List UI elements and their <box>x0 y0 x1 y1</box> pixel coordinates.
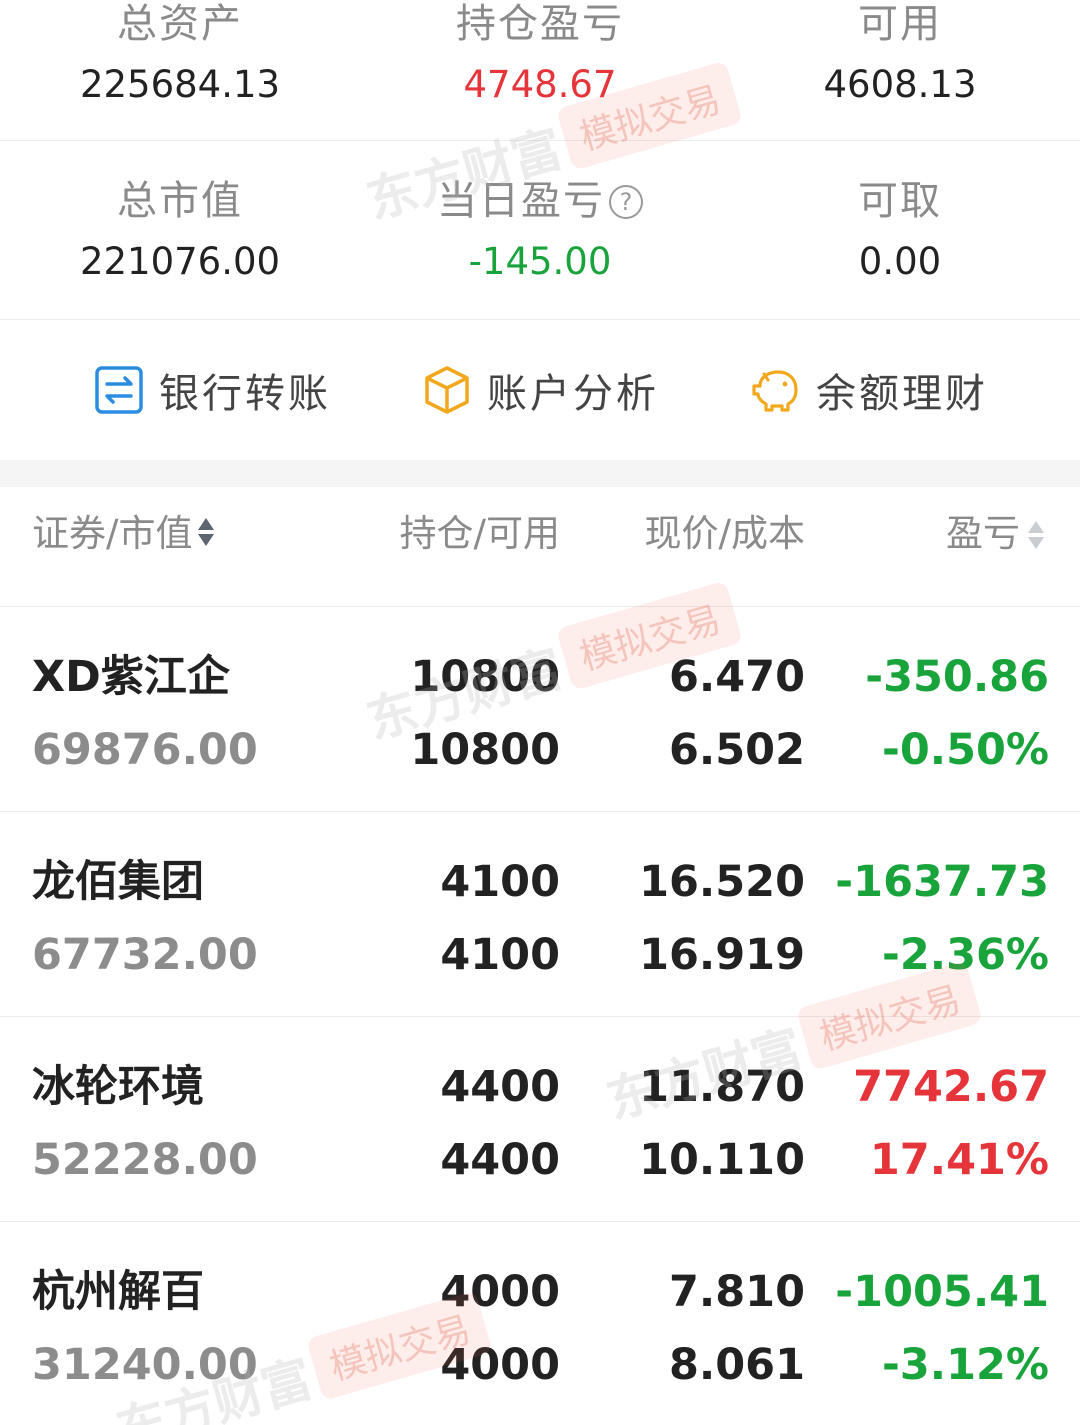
balance-finance-button[interactable]: 余额理财 <box>750 362 988 418</box>
position-pnl-value: 4748.67 <box>463 63 617 106</box>
stock-available: 4400 <box>440 1135 560 1185</box>
simulated-trading-positions-page: 总资产 225684.13 持仓盈亏 4748.67 可用 4608.13 总市… <box>0 0 1080 1425</box>
stock-name: 杭州解百 <box>32 1267 204 1317</box>
stock-pnl: -1637.73 <box>835 857 1049 907</box>
bank-transfer-label: 银行转账 <box>159 371 331 417</box>
sort-icon <box>1028 521 1044 549</box>
stock-holding: 4100 <box>440 857 560 907</box>
sort-icon <box>198 518 215 546</box>
stock-price: 7.810 <box>668 1267 805 1317</box>
stock-market-value: 31240.00 <box>32 1340 258 1390</box>
stock-cost: 6.502 <box>668 725 805 775</box>
header-pnl-label: 盈亏 <box>946 512 1020 555</box>
stock-market-value: 52228.00 <box>32 1135 258 1185</box>
bank-transfer-button[interactable]: 银行转账 <box>93 362 331 418</box>
piggy-bank-icon <box>752 370 798 412</box>
stock-market-value: 69876.00 <box>32 725 258 775</box>
stock-pnl-percent: -3.12% <box>881 1340 1049 1390</box>
stock-cost: 10.110 <box>639 1135 805 1185</box>
available-funds-label: 可用 <box>858 1 942 47</box>
header-price: 现价/成本 <box>644 512 805 555</box>
account-analysis-button[interactable]: 账户分析 <box>421 362 659 418</box>
table-row[interactable]: 冰轮环境 52228.00 4400 4400 11.870 10.110 77… <box>0 1017 1080 1222</box>
total-assets-value: 225684.13 <box>79 63 281 106</box>
table-row[interactable]: 杭州解百 31240.00 4000 4000 7.810 8.061 -100… <box>0 1222 1080 1425</box>
total-assets-label: 总资产 <box>117 1 243 47</box>
withdrawable-label: 可取 <box>858 178 942 224</box>
stock-available: 4100 <box>440 930 560 980</box>
stock-price: 11.870 <box>639 1062 805 1112</box>
daily-pnl-label-wrap: 当日盈亏? <box>360 177 720 225</box>
stock-available: 10800 <box>410 725 560 775</box>
positions-table-header: 证券/市值 持仓/可用 现价/成本 盈亏 <box>0 487 1080 607</box>
stock-available: 4000 <box>440 1340 560 1390</box>
available-funds-value: 4608.13 <box>823 63 977 106</box>
table-row[interactable]: 龙佰集团 67732.00 4100 4100 16.520 16.919 -1… <box>0 812 1080 1017</box>
stock-pnl-percent: -2.36% <box>881 930 1049 980</box>
section-divider <box>0 460 1080 487</box>
stock-pnl: 7742.67 <box>853 1062 1049 1112</box>
account-analysis-label: 账户分析 <box>487 371 659 417</box>
header-position: 持仓/可用 <box>399 512 560 555</box>
stock-pnl-percent: -0.50% <box>881 725 1049 775</box>
stock-pnl-percent: 17.41% <box>869 1135 1049 1185</box>
stock-price: 6.470 <box>668 652 805 702</box>
withdrawable-value: 0.00 <box>858 240 942 283</box>
position-pnl-label: 持仓盈亏 <box>456 1 624 47</box>
stock-pnl: -350.86 <box>865 652 1049 702</box>
header-security-label: 证券/市值 <box>32 512 193 555</box>
daily-pnl-value: -145.00 <box>468 240 612 283</box>
stock-holding: 4400 <box>440 1062 560 1112</box>
cube-icon <box>425 366 469 414</box>
account-summary-row-2: 总市值 221076.00 当日盈亏? -145.00 可取 0.00 <box>0 141 1080 320</box>
stock-cost: 16.919 <box>639 930 805 980</box>
account-summary-row-1: 总资产 225684.13 持仓盈亏 4748.67 可用 4608.13 <box>0 0 1080 141</box>
stock-name: XD紫江企 <box>32 652 230 702</box>
stock-cost: 8.061 <box>668 1340 805 1390</box>
stock-price: 16.520 <box>639 857 805 907</box>
market-value-value: 221076.00 <box>79 240 281 283</box>
daily-pnl-label: 当日盈亏 <box>437 178 605 224</box>
market-value-label: 总市值 <box>117 178 243 224</box>
stock-name: 冰轮环境 <box>32 1062 204 1112</box>
stock-pnl: -1005.41 <box>835 1267 1049 1317</box>
stock-holding: 10800 <box>410 652 560 702</box>
stock-name: 龙佰集团 <box>32 857 204 907</box>
quick-actions: 银行转账 账户分析 余额理财 <box>0 320 1080 460</box>
stock-market-value: 67732.00 <box>32 930 258 980</box>
header-pnl-sort[interactable]: 盈亏 <box>946 509 1044 559</box>
stock-holding: 4000 <box>440 1267 560 1317</box>
bank-transfer-icon <box>95 366 143 414</box>
table-row[interactable]: XD紫江企 69876.00 10800 10800 6.470 6.502 -… <box>0 607 1080 812</box>
header-security-sort[interactable]: 证券/市值 <box>32 509 216 559</box>
help-icon[interactable]: ? <box>609 185 643 219</box>
balance-finance-label: 余额理财 <box>816 371 988 417</box>
